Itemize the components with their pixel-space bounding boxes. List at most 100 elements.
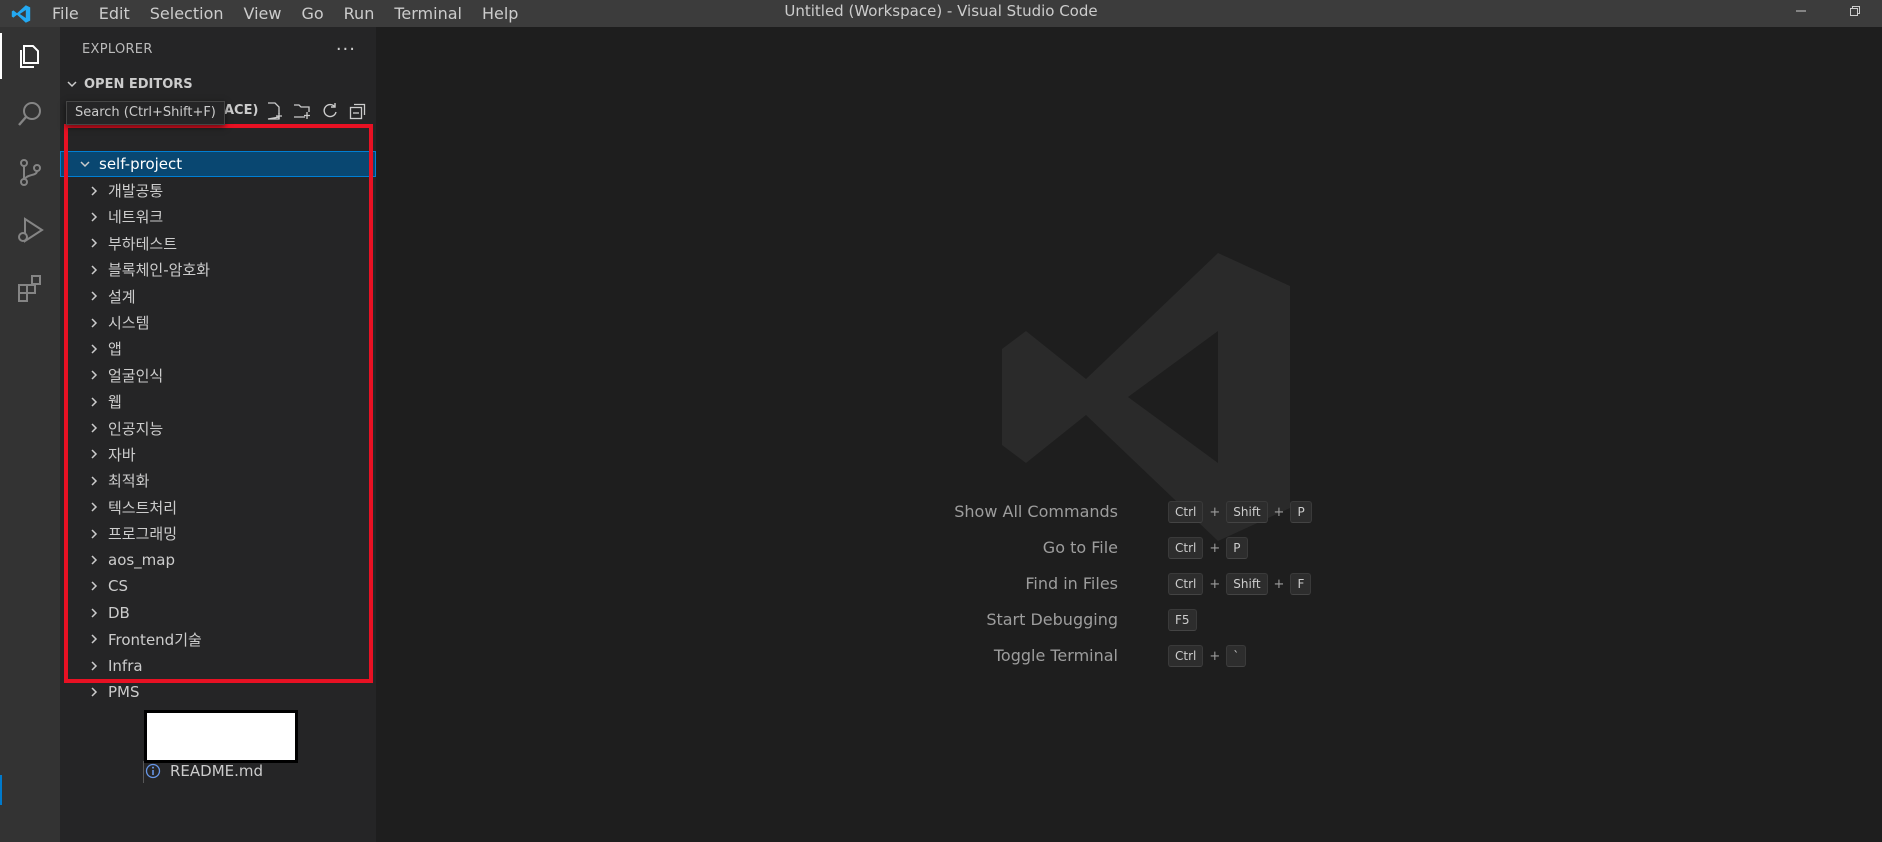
source-control-button[interactable] (0, 143, 60, 201)
search-icon (18, 102, 41, 126)
folder-item[interactable]: PMS (60, 679, 376, 705)
more-actions-button[interactable]: ··· (336, 39, 356, 60)
folder-item[interactable]: 프로그래밍 (60, 520, 376, 546)
folder-item[interactable]: aos_map (60, 547, 376, 573)
shortcut-keys: Ctrl + Shift + P (1168, 500, 1312, 524)
new-folder-icon (294, 104, 310, 119)
keybinding-key: Ctrl (1168, 573, 1204, 595)
menu-terminal[interactable]: Terminal (384, 0, 472, 27)
chevron-right-icon (86, 341, 102, 357)
folder-item[interactable]: 시스템 (60, 309, 376, 335)
new-file-button[interactable] (264, 101, 284, 121)
folder-item[interactable]: 앱 (60, 336, 376, 362)
menu-run[interactable]: Run (334, 0, 385, 27)
keybinding-key: Ctrl (1168, 645, 1204, 667)
folder-item[interactable]: 텍스트처리 (60, 494, 376, 520)
menu-selection[interactable]: Selection (140, 0, 234, 27)
files-icon (20, 45, 39, 68)
file-readme[interactable]: README.md (144, 759, 263, 783)
chevron-right-icon (86, 658, 102, 674)
tree-item-label: README.md (170, 762, 264, 780)
keybinding-key: Ctrl (1168, 537, 1204, 559)
redacted-item (144, 710, 298, 763)
tree-item-label: 앱 (108, 340, 122, 359)
folder-item[interactable]: 개발공통 (60, 177, 376, 203)
sidebar-title: EXPLORER (82, 41, 153, 57)
chevron-right-icon (86, 420, 102, 436)
tree-item-label: 설계 (108, 287, 136, 306)
tree-item-label: 네트워크 (108, 208, 164, 227)
vscode-logo-icon[interactable] (0, 0, 42, 27)
info-icon (144, 762, 162, 780)
tree-item-label: 최적화 (108, 472, 150, 491)
menu-edit[interactable]: Edit (89, 0, 140, 27)
folder-item[interactable]: 설계 (60, 283, 376, 309)
extensions-button[interactable] (0, 259, 60, 317)
file-tree: self-project 개발공통네트워크부하테스트블록체인-암호화설계시스템앱… (60, 151, 376, 705)
folder-item[interactable]: 얼굴인식 (60, 362, 376, 388)
chevron-right-icon (86, 367, 102, 383)
open-editors-section[interactable]: OPEN EDITORS (60, 71, 376, 97)
tree-item-label: aos_map (108, 551, 176, 570)
tree-item-label: self-project (99, 155, 183, 174)
chevron-right-icon (86, 209, 102, 225)
tree-item-label: PMS (108, 683, 140, 701)
tree-item-label: 인공지능 (108, 419, 164, 438)
folder-item[interactable]: 웹 (60, 389, 376, 415)
tree-item-label: 얼굴인식 (108, 366, 164, 385)
workspace-section[interactable]: ACE) Search (Ctrl+Shift+F) (60, 97, 376, 125)
explorer-button[interactable] (0, 27, 60, 85)
tree-item-label: 웹 (108, 393, 122, 412)
editor-area: Show All Commands Ctrl + Shift + P Go to File C… (376, 27, 1882, 842)
chevron-right-icon (86, 183, 102, 199)
tree-item-label: 부하테스트 (108, 234, 178, 253)
tree-item-label: 개발공통 (108, 182, 164, 201)
status-marker (0, 775, 2, 805)
chevron-right-icon (86, 288, 102, 304)
folder-item[interactable]: Infra (60, 652, 376, 678)
restore-button[interactable] (1828, 0, 1882, 22)
shortcut-label: Go to File (1042, 538, 1118, 557)
shortcut-label: Find in Files (1025, 574, 1118, 593)
folder-item[interactable]: 네트워크 (60, 204, 376, 230)
tree-item-label: CS (108, 577, 128, 596)
new-folder-button[interactable] (292, 101, 312, 121)
menu-view[interactable]: View (234, 0, 292, 27)
search-tooltip: Search (Ctrl+Shift+F) (66, 101, 225, 125)
refresh-button[interactable] (320, 101, 340, 121)
folder-item[interactable]: 부하테스트 (60, 230, 376, 256)
collapse-all-icon (349, 103, 366, 120)
keybinding-key: ` (1226, 645, 1247, 667)
chevron-right-icon (86, 499, 102, 515)
folder-item[interactable]: CS (60, 573, 376, 599)
search-button[interactable] (0, 85, 60, 143)
folder-item[interactable]: 인공지능 (60, 415, 376, 441)
chevron-right-icon (86, 235, 102, 251)
collapse-all-button[interactable] (348, 101, 368, 121)
menu-help[interactable]: Help (472, 0, 528, 27)
menu-go[interactable]: Go (291, 0, 333, 27)
keybinding-key: Ctrl (1168, 501, 1204, 523)
chevron-right-icon (86, 552, 102, 568)
folder-item[interactable]: 블록체인-암호화 (60, 257, 376, 283)
folder-item[interactable]: 최적화 (60, 468, 376, 494)
run-debug-button[interactable] (0, 201, 60, 259)
chevron-right-icon (86, 605, 102, 621)
tree-item-label: Infra (108, 656, 143, 675)
tree-item-label: 블록체인-암호화 (108, 261, 211, 280)
chevron-right-icon (86, 262, 102, 278)
folder-item[interactable]: 자바 (60, 441, 376, 467)
tree-item-label: Frontend기술 (108, 630, 202, 649)
keybinding-key: F (1290, 573, 1312, 595)
chevron-down-icon (64, 76, 80, 92)
folder-self-project[interactable]: self-project (60, 151, 376, 178)
menu-file[interactable]: File (42, 0, 89, 27)
folder-item[interactable]: Frontend기술 (60, 626, 376, 652)
keybinding-key: Shift (1226, 573, 1268, 595)
minimize-button[interactable] (1774, 0, 1828, 22)
plus-separator: + (1273, 576, 1285, 592)
folder-item[interactable]: DB (60, 600, 376, 626)
tree-item-label: 프로그래밍 (108, 525, 178, 544)
explorer-sidebar: EXPLORER ··· OPEN EDITORS ACE) Search (C… (60, 27, 376, 842)
keybinding-key: Shift (1226, 501, 1268, 523)
